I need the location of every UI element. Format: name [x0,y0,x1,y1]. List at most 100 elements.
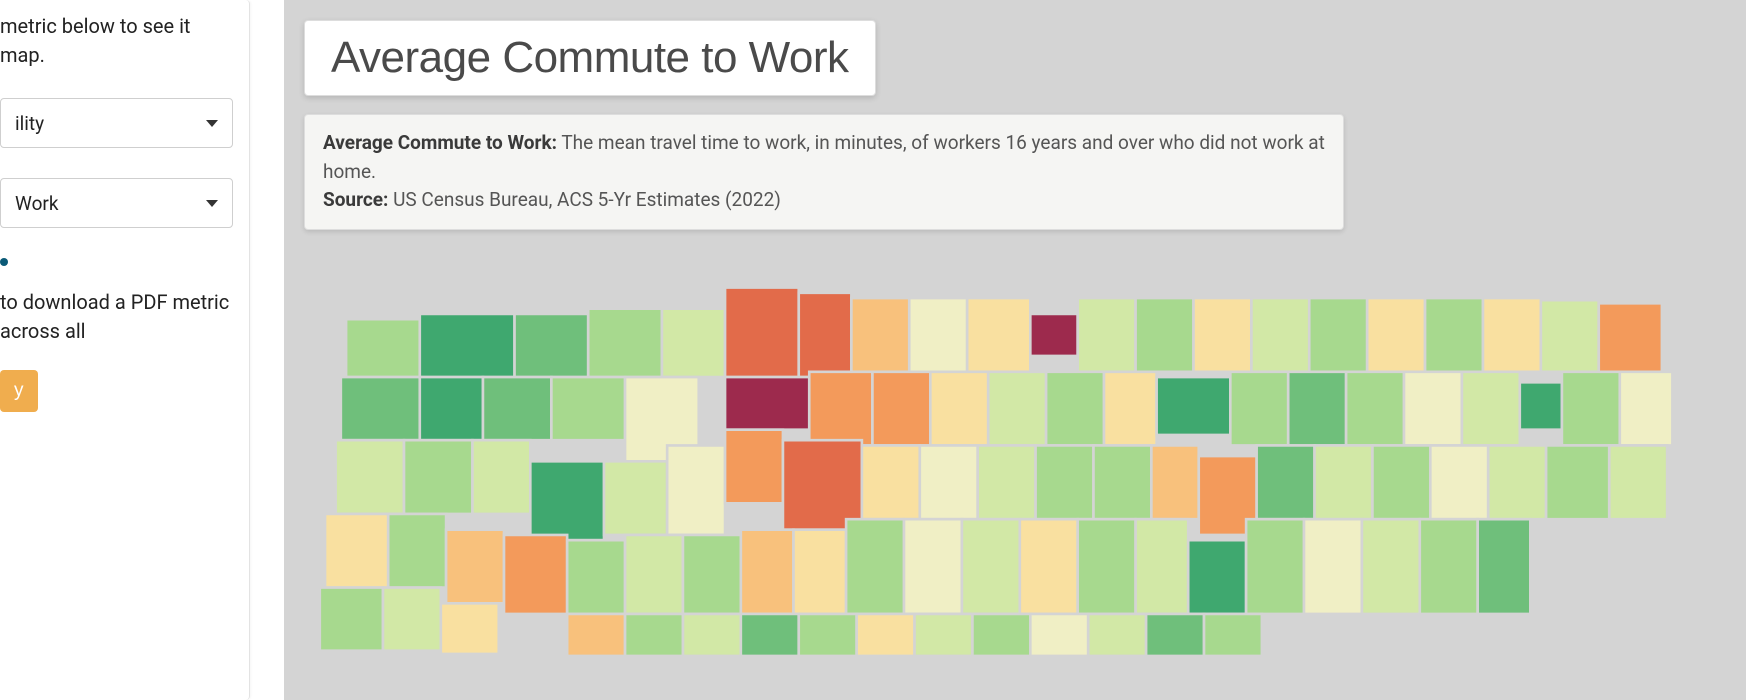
county[interactable] [1030,313,1077,355]
county[interactable] [846,519,904,614]
county[interactable] [625,613,683,655]
county[interactable] [1430,445,1488,519]
county[interactable] [404,440,472,514]
county[interactable] [857,613,915,655]
county[interactable] [1151,445,1198,519]
county[interactable] [341,377,420,440]
county[interactable] [683,613,741,655]
county[interactable] [962,519,1020,614]
county[interactable] [1157,377,1231,435]
county[interactable] [809,371,872,445]
county[interactable] [1478,519,1531,614]
county[interactable] [1136,519,1189,614]
county[interactable] [662,308,725,376]
county[interactable] [625,534,683,613]
county[interactable] [588,308,662,376]
county[interactable] [725,377,809,430]
county[interactable] [667,445,725,534]
county[interactable] [978,445,1036,519]
county[interactable] [1520,382,1562,429]
county[interactable] [1404,371,1462,445]
county[interactable] [872,371,930,445]
county[interactable] [388,513,446,587]
county[interactable] [1462,371,1520,445]
county[interactable] [1546,445,1609,519]
county[interactable] [1136,298,1194,372]
county[interactable] [346,319,420,377]
county[interactable] [472,440,530,514]
county[interactable] [420,377,483,440]
county[interactable] [967,298,1030,372]
county[interactable] [1078,519,1136,614]
county[interactable] [904,519,962,614]
download-button[interactable]: y [0,370,38,412]
county[interactable] [551,377,625,440]
county[interactable] [683,534,741,613]
county[interactable] [783,440,862,529]
county[interactable] [1315,445,1373,519]
county[interactable] [1620,371,1673,445]
county[interactable] [920,445,978,519]
county[interactable] [725,287,799,376]
county[interactable] [930,371,988,445]
metric-select[interactable]: Work [0,178,233,228]
county[interactable] [741,529,794,613]
county[interactable] [1104,371,1157,445]
choropleth-map[interactable] [304,256,1746,656]
county[interactable] [1193,298,1251,372]
county[interactable] [1304,519,1362,614]
county[interactable] [1599,303,1662,371]
county[interactable] [441,603,499,654]
county[interactable] [1609,445,1667,519]
county[interactable] [320,587,383,650]
county[interactable] [915,613,973,655]
county[interactable] [383,587,441,650]
county[interactable] [1541,300,1599,372]
county[interactable] [1020,519,1078,614]
county[interactable] [446,529,504,603]
county[interactable] [325,513,388,587]
county[interactable] [1420,519,1478,614]
county[interactable] [420,313,515,376]
county[interactable] [1188,540,1246,614]
county[interactable] [1046,371,1104,445]
county[interactable] [1425,298,1483,372]
county[interactable] [1146,613,1204,655]
county[interactable] [483,377,551,440]
county[interactable] [1288,371,1346,445]
county[interactable] [799,613,857,655]
county[interactable] [1562,371,1620,445]
county[interactable] [1078,298,1136,372]
county[interactable] [1093,445,1151,519]
county[interactable] [336,440,404,514]
county[interactable] [909,298,967,372]
county[interactable] [851,298,909,372]
county[interactable] [515,313,589,376]
county[interactable] [1372,445,1430,519]
county[interactable] [567,540,625,614]
county[interactable] [1246,519,1304,614]
county[interactable] [604,461,667,535]
county[interactable] [972,613,1030,655]
county[interactable] [1251,298,1309,372]
county[interactable] [567,613,625,655]
county[interactable] [862,445,920,519]
county[interactable] [504,534,567,613]
county[interactable] [1036,445,1094,519]
county[interactable] [1204,613,1262,655]
county[interactable] [1488,445,1546,519]
county[interactable] [1030,613,1088,655]
county[interactable] [1362,519,1420,614]
county[interactable] [1309,298,1367,372]
category-select[interactable]: ility [0,98,233,148]
county[interactable] [1088,613,1146,655]
county[interactable] [1257,445,1315,519]
county[interactable] [1367,298,1425,372]
county[interactable] [1483,298,1541,372]
county[interactable] [741,613,799,655]
county[interactable] [1230,371,1288,445]
county[interactable] [799,292,852,376]
county[interactable] [988,371,1046,445]
county[interactable] [793,529,846,613]
county[interactable] [725,429,783,503]
